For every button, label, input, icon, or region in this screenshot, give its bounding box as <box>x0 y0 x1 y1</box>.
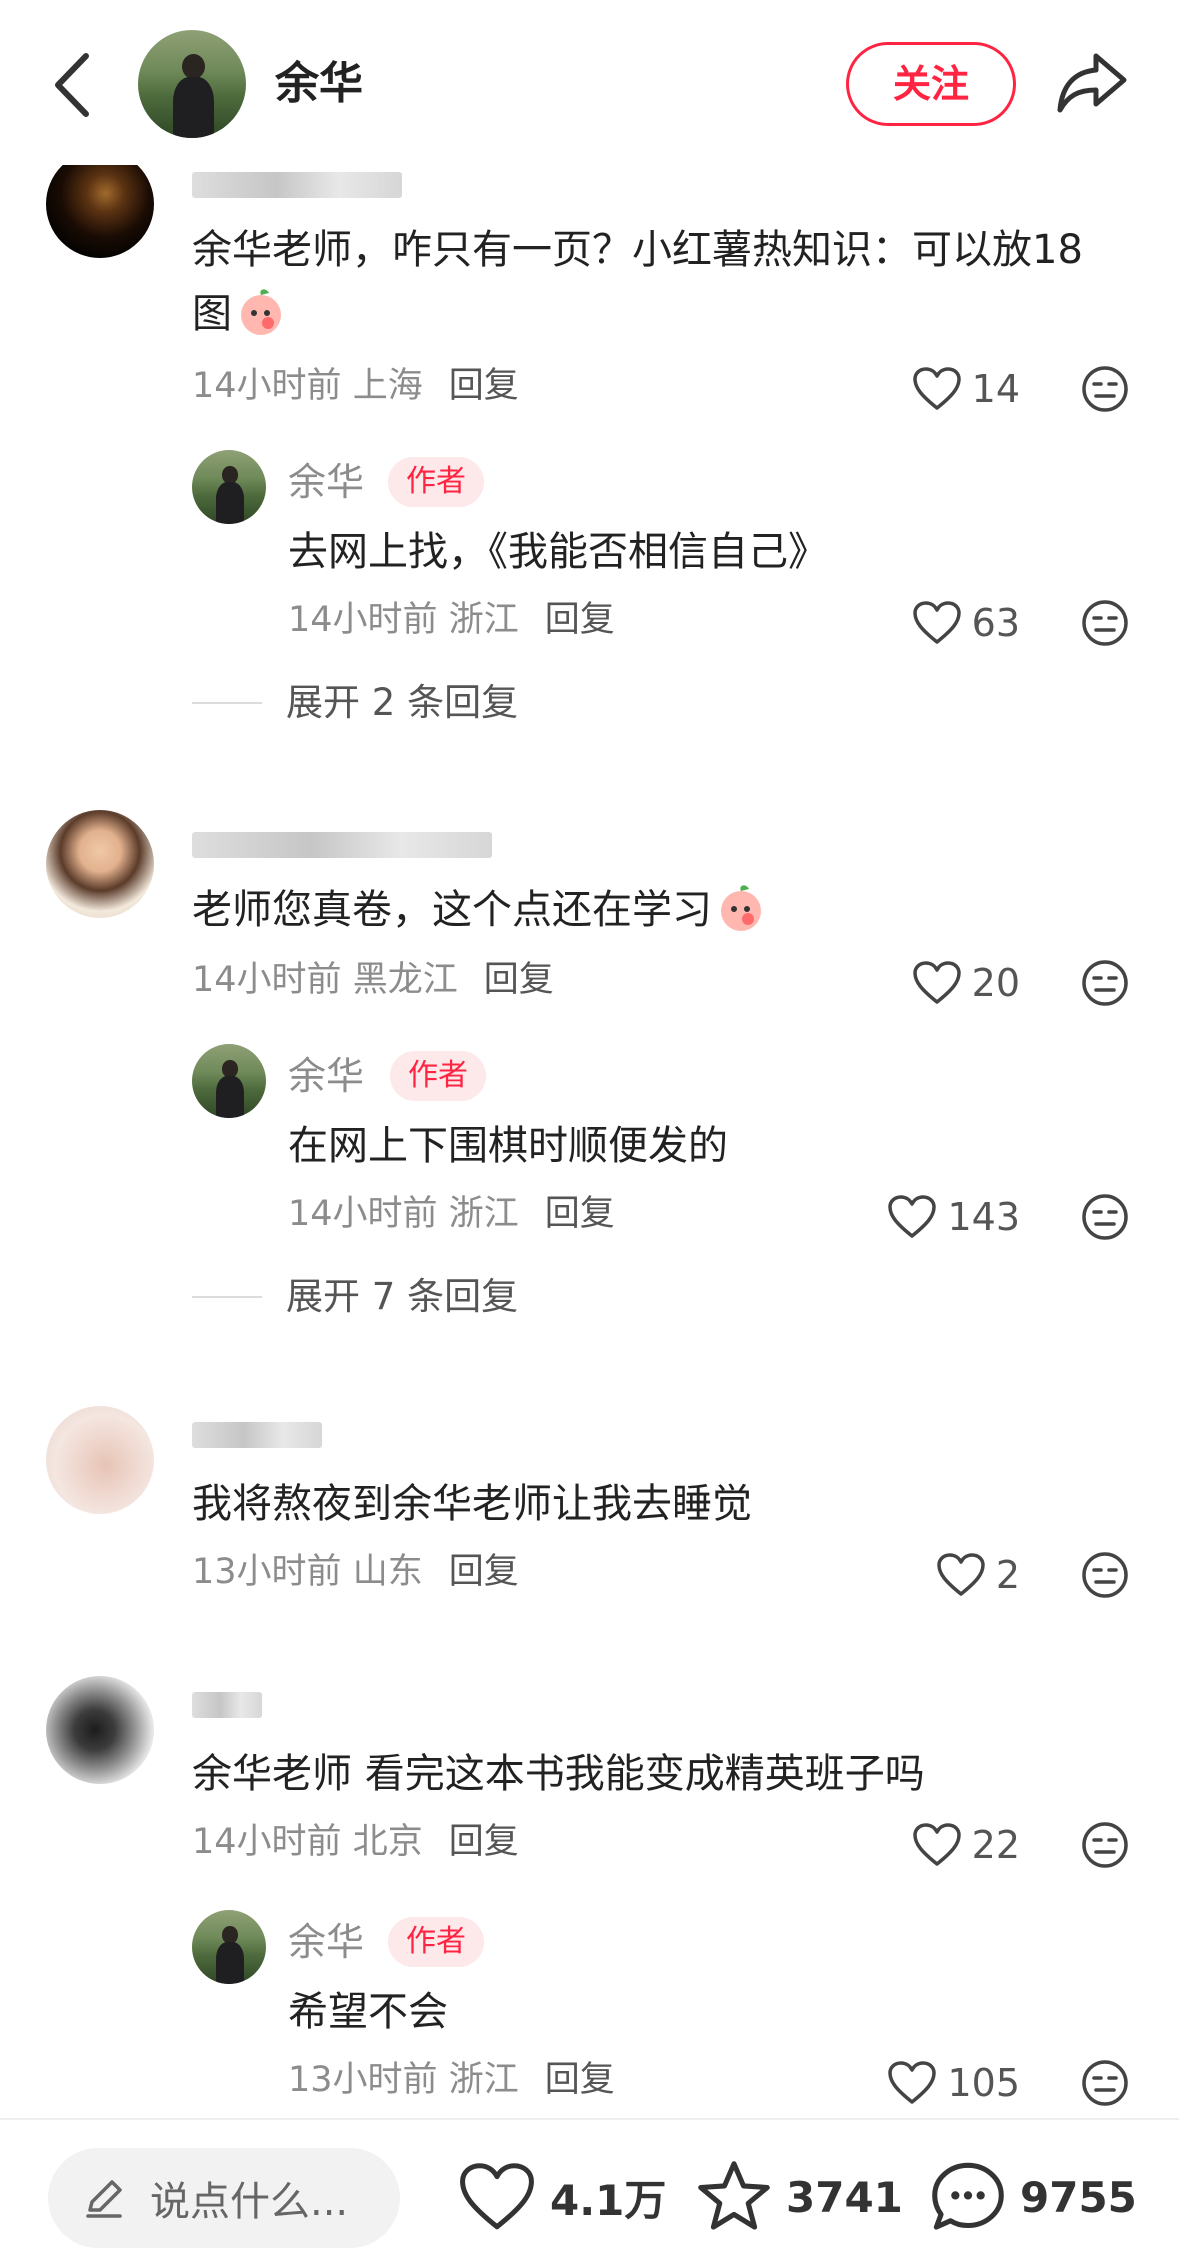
back-chevron-icon[interactable] <box>48 50 98 120</box>
reply-meta: 14小时前 浙江 回复 <box>288 600 615 640</box>
author-reply-avatar[interactable] <box>192 450 266 524</box>
comment-text[interactable]: 余华老师 看完这本书我能变成精英班子吗 <box>192 1742 1112 1806</box>
follow-button[interactable]: 关注 <box>846 42 1016 126</box>
comment-post-button[interactable]: 9755 <box>928 2152 1137 2242</box>
like-count: 105 <box>947 2061 1020 2105</box>
expand-replies[interactable]: 展开 7 条回复 <box>192 1272 518 1322</box>
post-collect-count: 3741 <box>786 2172 903 2222</box>
reply-text[interactable]: 去网上找，《我能否相信自己》 <box>288 520 1108 584</box>
author-badge: 作者 <box>390 1051 486 1101</box>
divider-line <box>192 1296 262 1298</box>
author-reply-avatar[interactable] <box>192 1910 266 1984</box>
heart-icon <box>912 961 961 1004</box>
comment-meta: 14小时前 黑龙江 回复 <box>192 960 554 1000</box>
reply-link[interactable]: 回复 <box>484 960 554 1000</box>
reply-link[interactable]: 回复 <box>545 600 615 640</box>
comment-bubble-icon <box>932 2162 1004 2230</box>
blurred-username <box>192 1422 322 1448</box>
like-button[interactable]: 22 <box>900 1820 1020 1870</box>
expand-replies-label: 展开 7 条回复 <box>286 1275 519 1318</box>
like-count: 14 <box>971 367 1020 411</box>
like-button[interactable]: 143 <box>870 1192 1020 1242</box>
like-count: 22 <box>971 1823 1020 1867</box>
like-button[interactable]: 20 <box>900 958 1020 1008</box>
reply-author-name[interactable]: 余华 <box>288 1052 364 1100</box>
expand-replies[interactable]: 展开 2 条回复 <box>192 678 518 728</box>
reply-text[interactable]: 希望不会 <box>288 1980 1108 2044</box>
header-bar: 余华 关注 <box>0 0 1179 165</box>
star-icon <box>698 2161 770 2230</box>
comment-input[interactable]: 说点什么... <box>48 2148 400 2248</box>
like-button[interactable]: 14 <box>900 364 1020 414</box>
comment-text[interactable]: 我将熬夜到余华老师让我去睡觉 <box>192 1472 1112 1536</box>
reply-meta: 13小时前 浙江 回复 <box>288 2060 615 2100</box>
comment-meta: 13小时前 山东 回复 <box>192 1552 519 1592</box>
heart-icon <box>912 1823 961 1866</box>
like-count: 20 <box>971 961 1020 1005</box>
author-reply-avatar[interactable] <box>192 1044 266 1118</box>
blurred-username <box>192 1692 262 1718</box>
author-avatar[interactable] <box>138 30 246 138</box>
like-button[interactable]: 105 <box>870 2058 1020 2108</box>
heart-icon <box>912 601 961 644</box>
dislike-face-icon[interactable] <box>1080 2058 1130 2108</box>
like-button[interactable]: 63 <box>900 598 1020 648</box>
divider-line <box>192 702 262 704</box>
commenter-avatar[interactable] <box>46 810 154 918</box>
like-count: 2 <box>995 1553 1020 1597</box>
like-count: 143 <box>947 1195 1020 1239</box>
reply-link[interactable]: 回复 <box>545 1194 615 1234</box>
author-name[interactable]: 余华 <box>275 56 363 112</box>
author-badge: 作者 <box>388 457 484 507</box>
share-arrow-icon[interactable] <box>1056 50 1128 116</box>
reply-text[interactable]: 在网上下围棋时顺便发的 <box>288 1114 1108 1178</box>
dislike-face-icon[interactable] <box>1080 1192 1130 1242</box>
dislike-face-icon[interactable] <box>1080 1820 1130 1870</box>
collect-post-button[interactable]: 3741 <box>694 2152 903 2242</box>
comment-input-placeholder: 说点什么... <box>150 2179 349 2225</box>
like-post-button[interactable]: 4.1万 <box>456 2152 666 2242</box>
dislike-face-icon[interactable] <box>1080 598 1130 648</box>
reply-link[interactable]: 回复 <box>545 2060 615 2100</box>
reply-link[interactable]: 回复 <box>449 1552 519 1592</box>
comment-meta: 14小时前 上海 回复 <box>192 366 519 406</box>
reply-meta: 14小时前 浙江 回复 <box>288 1194 615 1234</box>
reply-author-name[interactable]: 余华 <box>288 458 364 506</box>
comment-meta: 14小时前 北京 回复 <box>192 1822 519 1862</box>
heart-icon <box>937 1553 985 1596</box>
comment-text[interactable]: 老师您真卷，这个点还在学习 <box>192 878 1112 942</box>
commenter-avatar[interactable] <box>46 150 154 258</box>
expand-replies-label: 展开 2 条回复 <box>286 681 519 724</box>
pencil-icon <box>86 2180 122 2218</box>
commenter-avatar[interactable] <box>46 1676 154 1784</box>
dislike-face-icon[interactable] <box>1080 958 1130 1008</box>
heart-icon <box>888 1195 937 1238</box>
blurred-username <box>192 172 402 198</box>
peach-face-emoji <box>721 885 761 931</box>
heart-icon <box>912 367 961 410</box>
dislike-face-icon[interactable] <box>1080 364 1130 414</box>
reply-link[interactable]: 回复 <box>449 366 519 406</box>
commenter-avatar[interactable] <box>46 1406 154 1514</box>
author-badge: 作者 <box>388 1917 484 1967</box>
heart-icon <box>888 2061 937 2104</box>
reply-link[interactable]: 回复 <box>449 1822 519 1862</box>
reply-author-name[interactable]: 余华 <box>288 1918 364 1966</box>
peach-face-emoji <box>241 289 281 335</box>
blurred-username <box>192 832 492 858</box>
dislike-face-icon[interactable] <box>1080 1550 1130 1600</box>
like-button[interactable]: 2 <box>900 1550 1020 1600</box>
heart-icon <box>460 2163 534 2230</box>
post-comment-count: 9755 <box>1020 2172 1137 2222</box>
bottom-action-bar: 说点什么... 4.1万 3741 9755 <box>0 2118 1179 2260</box>
comment-text[interactable]: 余华老师，咋只有一页？小红薯热知识：可以放18图 <box>192 218 1112 346</box>
like-count: 63 <box>971 601 1020 645</box>
post-like-count: 4.1万 <box>550 2175 667 2225</box>
